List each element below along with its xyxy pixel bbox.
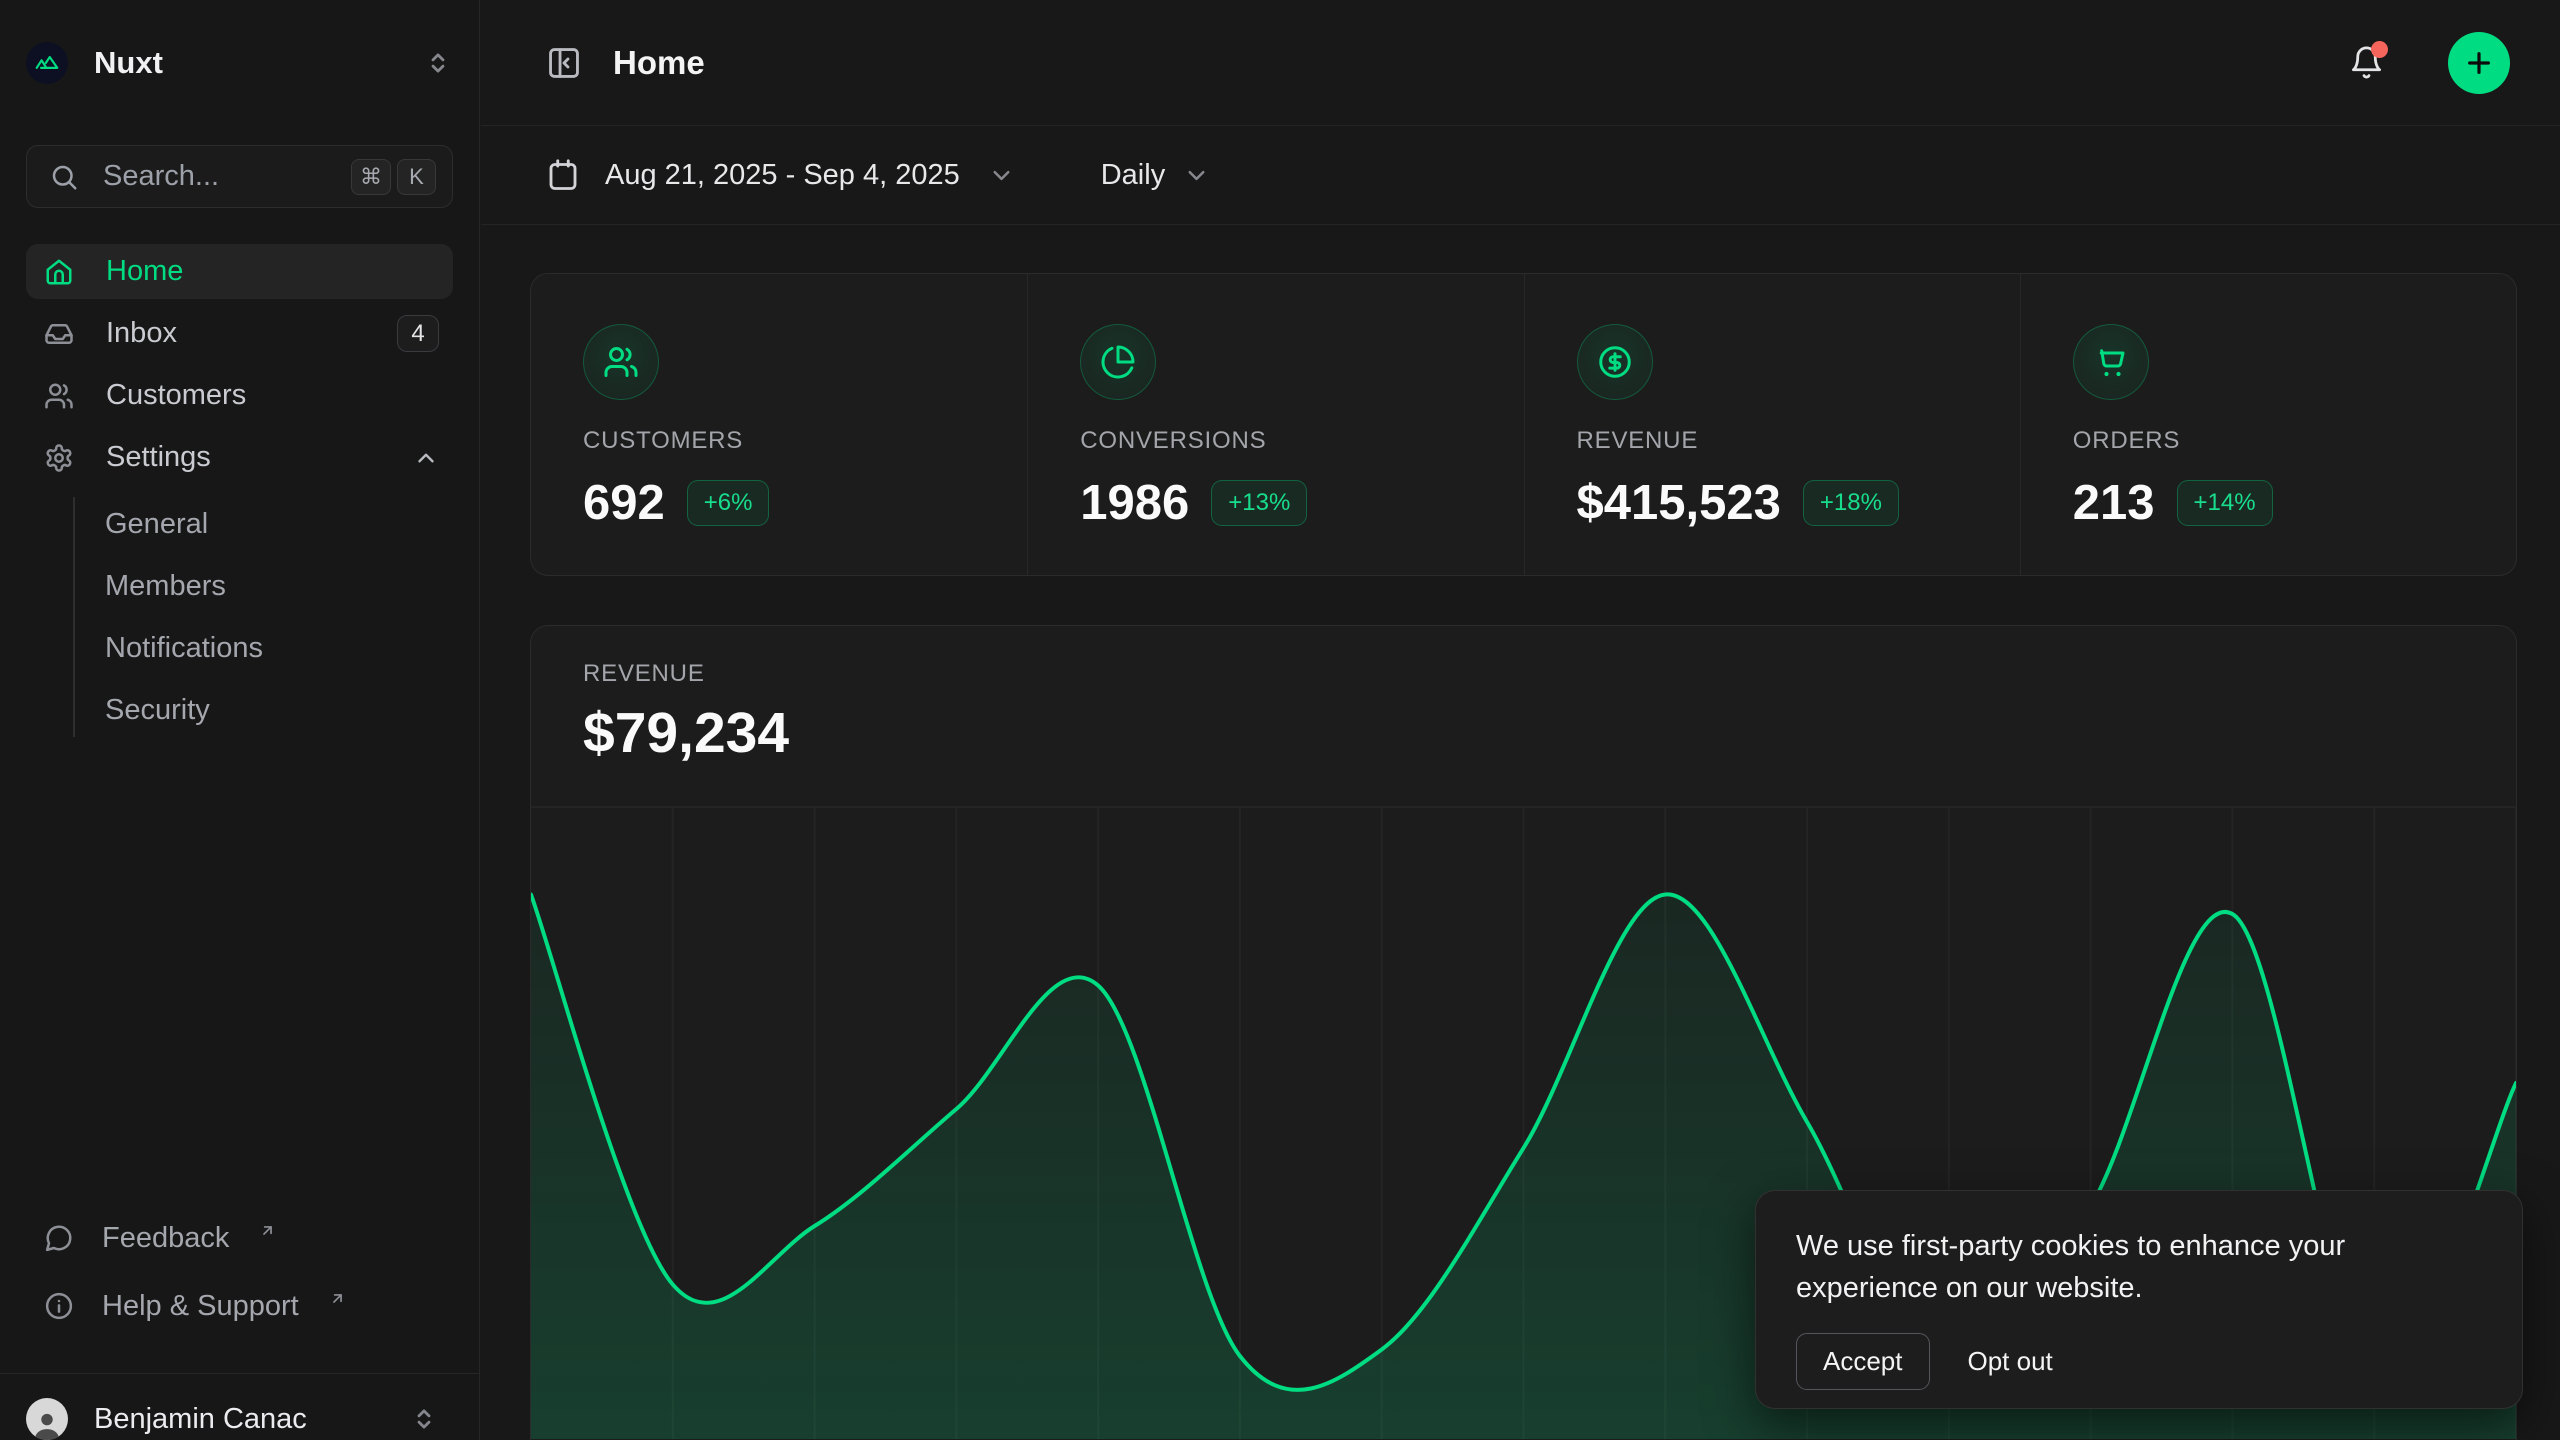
stat-delta-badge: +18% [1803,480,1899,526]
granularity-value: Daily [1101,159,1165,192]
revenue-chart-value: $79,234 [583,700,2464,766]
page-title: Home [613,44,2319,82]
revenue-chart-label: REVENUE [583,660,2464,688]
sidebar-item-label: Home [106,255,183,288]
external-link-icon [259,1222,276,1239]
stat-value: 213 [2073,475,2155,531]
sidebar-item-security[interactable]: Security [105,679,453,741]
accept-cookies-button[interactable]: Accept [1796,1333,1930,1390]
settings-subnav: General Members Notifications Security [26,493,453,741]
stat-delta-badge: +13% [1211,480,1307,526]
nuxt-logo [26,42,68,84]
feedback-label: Feedback [102,1222,229,1255]
team-switcher[interactable]: Nuxt [26,42,453,84]
user-menu[interactable]: Benjamin Canac [0,1374,479,1440]
search-input[interactable]: Search... ⌘ K [26,145,453,208]
external-link-icon [329,1290,346,1307]
chevrons-up-down-icon [409,1404,439,1434]
panel-collapse-icon[interactable] [545,44,583,82]
chevron-down-icon [988,162,1015,189]
stat-label: REVENUE [1577,427,1968,455]
kbd-k: K [397,159,436,195]
stat-revenue[interactable]: REVENUE $415,523 +18% [1524,274,2020,575]
add-button[interactable] [2448,32,2510,94]
calendar-icon [545,157,581,193]
sidebar-item-general[interactable]: General [105,493,453,555]
brand-name: Nuxt [94,45,397,81]
granularity-select[interactable]: Daily [1101,159,1210,192]
pie-chart-icon [1080,324,1156,400]
dollar-circle-icon [1577,324,1653,400]
stat-value: 692 [583,475,665,531]
stat-label: ORDERS [2073,427,2464,455]
sidebar-item-home[interactable]: Home [26,244,453,299]
notifications-button[interactable] [2349,45,2384,80]
shopping-cart-icon [2073,324,2149,400]
user-name: Benjamin Canac [94,1403,383,1436]
sidebar-item-members[interactable]: Members [105,555,453,617]
date-range-picker[interactable]: Aug 21, 2025 - Sep 4, 2025 [545,157,1015,193]
inbox-icon [44,319,74,349]
stat-value: 1986 [1080,475,1189,531]
home-icon [44,257,74,287]
stat-delta-badge: +14% [2177,480,2273,526]
sidebar-footer: Feedback Help & Support [0,1216,479,1352]
help-support-link[interactable]: Help & Support [26,1284,453,1328]
chevrons-up-down-icon [423,48,453,78]
chevron-down-icon [1183,162,1210,189]
feedback-link[interactable]: Feedback [26,1216,453,1260]
search-icon [49,162,79,192]
search-placeholder: Search... [103,160,321,193]
stat-label: CUSTOMERS [583,427,975,455]
stats-row: CUSTOMERS 692 +6% CONVERSIONS 1986 +13% [530,273,2517,576]
sidebar-item-notifications[interactable]: Notifications [105,617,453,679]
sidebar-item-inbox[interactable]: Inbox 4 [26,306,453,361]
search-shortcut: ⌘ K [345,159,436,195]
gear-icon [44,443,74,473]
sidebar-item-settings[interactable]: Settings [26,430,453,485]
message-bubble-icon [44,1223,74,1253]
inbox-count-badge: 4 [397,315,439,352]
user-avatar [26,1398,68,1440]
sidebar: Nuxt Search... ⌘ K Home [0,0,480,1440]
stat-orders[interactable]: ORDERS 213 +14% [2020,274,2516,575]
sidebar-item-label: Customers [106,379,246,412]
info-circle-icon [44,1291,74,1321]
stat-label: CONVERSIONS [1080,427,1471,455]
stat-value: $415,523 [1577,475,1781,531]
cookie-message: We use first-party cookies to enhance yo… [1796,1225,2416,1309]
kbd-cmd: ⌘ [351,159,391,195]
main-header: Home [481,0,2560,126]
users-icon [44,381,74,411]
stat-delta-badge: +6% [687,480,770,526]
sidebar-nav: Home Inbox 4 Customers [26,244,453,741]
notification-dot [2371,41,2388,58]
users-icon [583,324,659,400]
optout-cookies-button[interactable]: Opt out [1968,1346,2053,1377]
help-support-label: Help & Support [102,1290,299,1323]
filter-bar: Aug 21, 2025 - Sep 4, 2025 Daily [481,126,2560,225]
sidebar-item-label: Inbox [106,317,177,350]
date-range-value: Aug 21, 2025 - Sep 4, 2025 [605,159,960,192]
chevron-up-icon [413,445,439,471]
sidebar-item-customers[interactable]: Customers [26,368,453,423]
cookie-consent-toast: We use first-party cookies to enhance yo… [1755,1190,2523,1409]
sidebar-item-label: Settings [106,441,211,474]
stat-conversions[interactable]: CONVERSIONS 1986 +13% [1027,274,1523,575]
stat-customers[interactable]: CUSTOMERS 692 +6% [531,274,1027,575]
